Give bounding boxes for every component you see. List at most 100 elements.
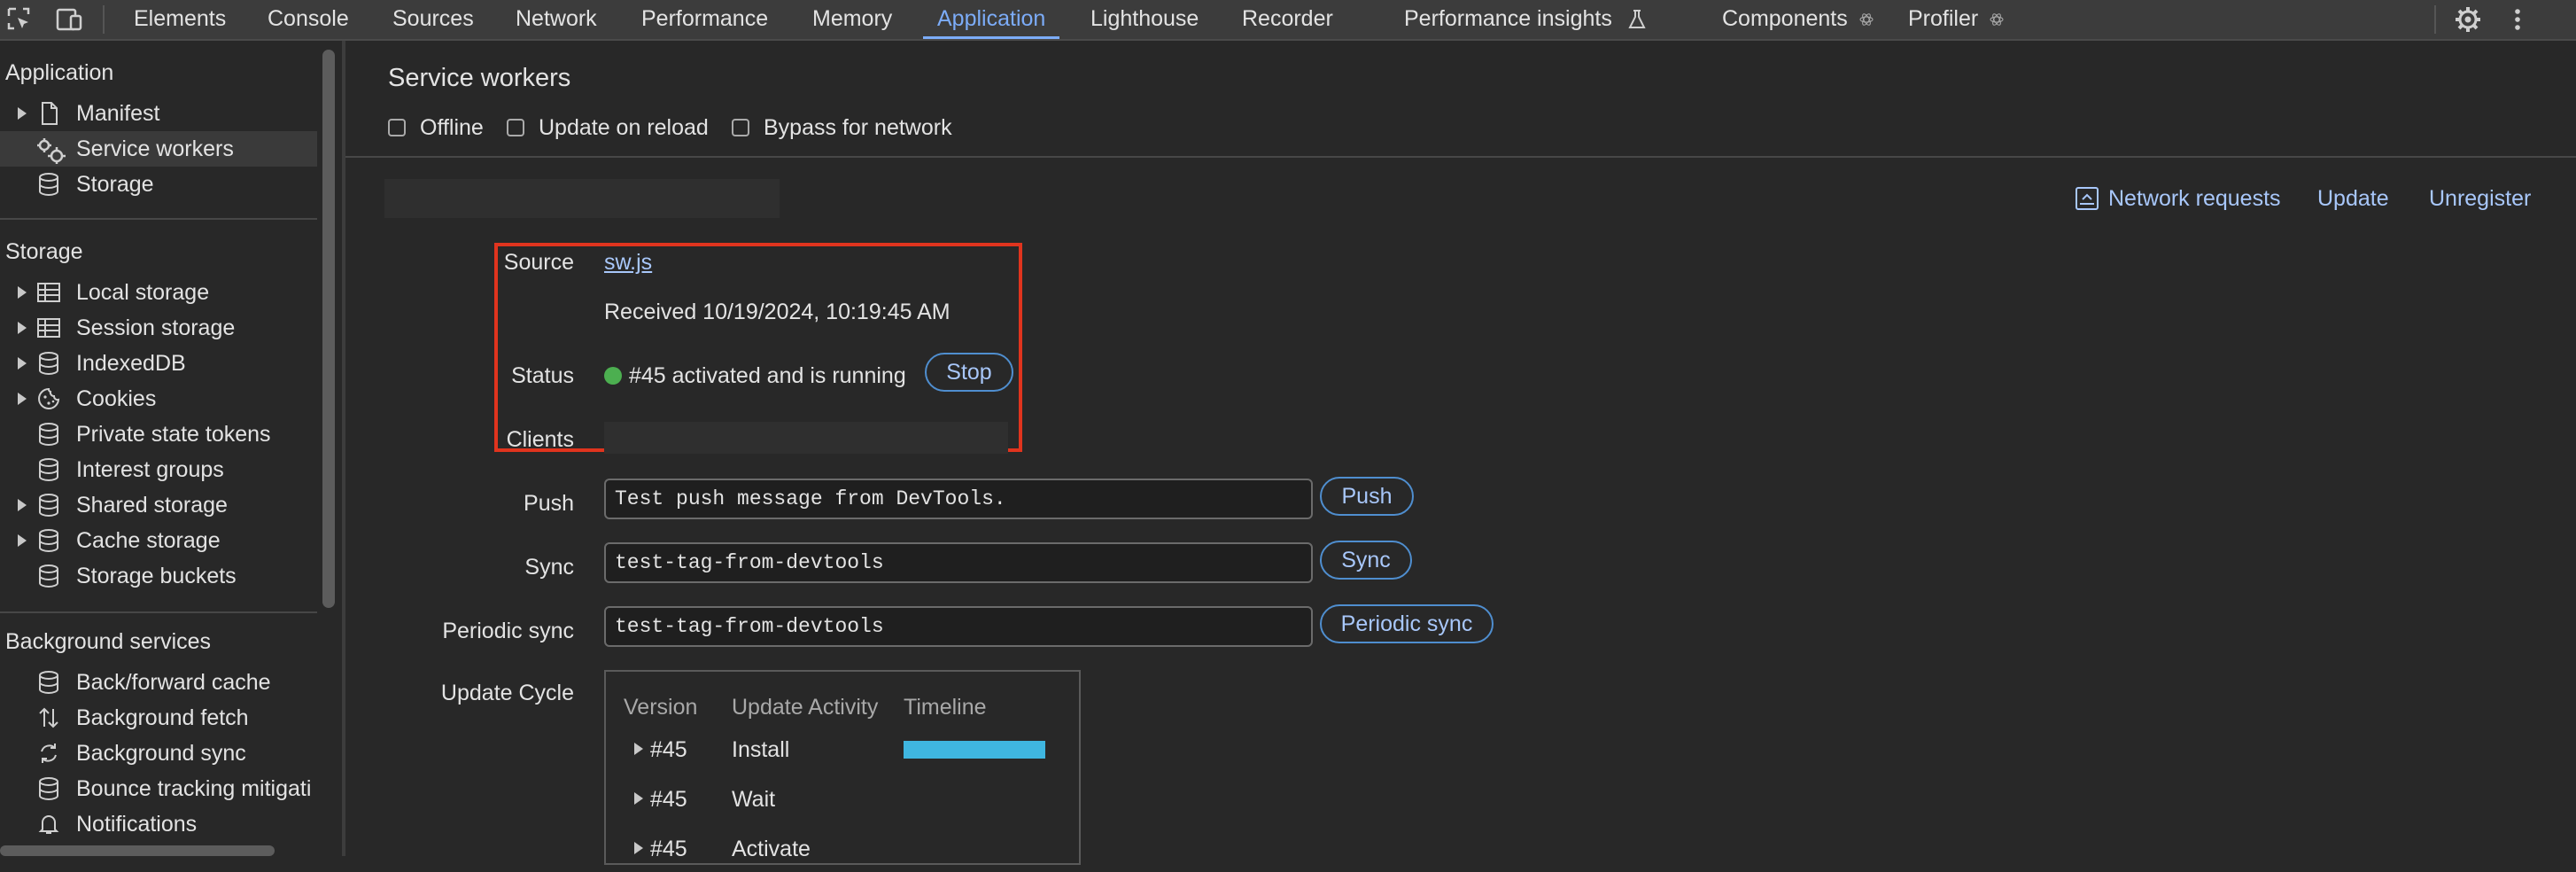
network-requests-link[interactable]: Network requests	[2108, 186, 2281, 212]
column-header: Timeline	[904, 695, 987, 720]
sidebar-item-label: Shared storage	[76, 493, 228, 518]
checkbox-box[interactable]	[388, 119, 406, 136]
sidebar-item-label: IndexedDB	[76, 351, 186, 376]
update-link[interactable]: Update	[2317, 186, 2389, 212]
expand-arrow-icon[interactable]	[634, 792, 643, 805]
experiment-flask-icon	[1627, 9, 1647, 30]
sidebar-item-service-workers[interactable]: Service workers	[0, 131, 317, 167]
row-activity: Wait	[732, 787, 776, 812]
expand-arrow-icon[interactable]	[18, 357, 27, 370]
sync-input[interactable]	[606, 544, 1311, 581]
sidebar-item-label: Storage	[76, 172, 154, 197]
tab-network[interactable]: Network	[516, 0, 597, 39]
sidebar-item-cookies[interactable]: Cookies	[0, 381, 317, 417]
push-field[interactable]	[604, 479, 1313, 519]
sidebar-item-label: Session storage	[76, 315, 236, 340]
sidebar-item-label: Private state tokens	[76, 422, 271, 447]
tab-recorder[interactable]: Recorder	[1242, 0, 1333, 39]
sidebar-item-cache-storage[interactable]: Cache storage	[0, 523, 317, 558]
inspect-element-icon[interactable]	[4, 4, 35, 35]
table-row[interactable]: #45 Wait	[606, 778, 1079, 822]
row-version: #45	[650, 787, 687, 812]
tab-elements[interactable]: Elements	[134, 0, 226, 39]
table-row[interactable]: #45 Install	[606, 728, 1079, 773]
expand-arrow-icon[interactable]	[18, 499, 27, 511]
push-input[interactable]	[606, 480, 1311, 518]
sidebar-item-private-state-tokens[interactable]: Private state tokens	[0, 417, 317, 452]
row-version: #45	[650, 737, 687, 762]
tab-lighthouse[interactable]: Lighthouse	[1090, 0, 1199, 39]
sidebar-header-storage: Storage	[5, 239, 83, 264]
push-button[interactable]: Push	[1320, 477, 1414, 516]
source-file-link[interactable]: sw.js	[604, 250, 652, 276]
status-text: #45 activated and is running	[629, 363, 906, 388]
tab-performance-insights[interactable]: Performance insights	[1404, 0, 1647, 39]
kebab-menu-icon[interactable]	[2502, 4, 2533, 35]
sidebar-item-shared-storage[interactable]: Shared storage	[0, 487, 317, 523]
table-icon	[35, 280, 62, 305]
sidebar-item-back-forward-cache[interactable]: Back/forward cache	[0, 665, 317, 700]
redacted-scope	[384, 179, 780, 218]
update-cycle-table: Version Update Activity Timeline #45 Ins…	[604, 670, 1081, 865]
expand-arrow-icon[interactable]	[18, 107, 27, 120]
tab-performance-insights-label: Performance insights	[1404, 6, 1612, 31]
sidebar-item-interest-groups[interactable]: Interest groups	[0, 452, 317, 487]
periodic-sync-field[interactable]	[604, 606, 1313, 647]
checkbox-box[interactable]	[507, 119, 524, 136]
expand-arrow-icon[interactable]	[634, 743, 643, 755]
unregister-link[interactable]: Unregister	[2429, 186, 2531, 212]
tab-memory[interactable]: Memory	[812, 0, 892, 39]
expand-arrow-icon[interactable]	[18, 534, 27, 547]
network-requests-icon[interactable]	[2075, 186, 2099, 211]
checkbox-label: Offline	[420, 115, 484, 140]
expand-arrow-icon[interactable]	[18, 393, 27, 405]
sidebar-item-indexeddb[interactable]: IndexedDB	[0, 346, 317, 381]
sidebar-item-label: Storage buckets	[76, 564, 237, 588]
sidebar-item-label: Interest groups	[76, 457, 224, 482]
expand-arrow-icon[interactable]	[634, 842, 643, 854]
row-activity: Activate	[732, 837, 811, 861]
tab-components-label: Components	[1722, 6, 1848, 31]
document-icon	[35, 101, 62, 126]
expand-arrow-icon[interactable]	[18, 286, 27, 299]
cookie-icon	[35, 386, 62, 411]
sidebar-item-storage-buckets[interactable]: Storage buckets	[0, 558, 317, 594]
tab-profiler[interactable]: Profiler	[1908, 0, 2004, 39]
sidebar-item-manifest[interactable]: Manifest	[0, 96, 317, 131]
sidebar-item-notifications[interactable]: Notifications	[0, 806, 317, 842]
sync-field[interactable]	[604, 542, 1313, 583]
tab-performance[interactable]: Performance	[641, 0, 768, 39]
sidebar-horizontal-scrollbar[interactable]	[0, 845, 275, 856]
stop-button[interactable]: Stop	[925, 353, 1013, 392]
sidebar-scrollbar[interactable]	[322, 50, 335, 608]
periodic-sync-input[interactable]	[606, 608, 1311, 645]
sidebar-item-storage[interactable]: Storage	[0, 167, 317, 202]
column-header: Version	[624, 695, 698, 720]
database-icon	[35, 528, 62, 553]
tab-components[interactable]: Components	[1722, 0, 1874, 39]
sidebar-item-label: Local storage	[76, 280, 210, 305]
sidebar-item-background-fetch[interactable]: Background fetch	[0, 700, 317, 736]
checkbox-box[interactable]	[732, 119, 749, 136]
gear-icon[interactable]	[2452, 4, 2484, 35]
tab-application[interactable]: Application	[923, 0, 1060, 39]
up-down-arrows-icon	[35, 705, 62, 730]
sidebar-item-local-storage[interactable]: Local storage	[0, 275, 317, 310]
periodic-sync-label: Periodic sync	[442, 619, 574, 643]
sidebar-header-application: Application	[5, 60, 114, 85]
device-toolbar-icon[interactable]	[53, 4, 85, 35]
sidebar-item-label: Bounce tracking mitigati	[76, 776, 312, 801]
expand-arrow-icon[interactable]	[18, 322, 27, 334]
sidebar-item-session-storage[interactable]: Session storage	[0, 310, 317, 346]
gears-icon	[35, 136, 66, 164]
service-workers-panel: Service workers Offline Update on reload…	[345, 41, 2576, 865]
table-row[interactable]: #45 Activate	[606, 828, 1079, 872]
periodic-sync-button[interactable]: Periodic sync	[1320, 604, 1494, 643]
tab-sources[interactable]: Sources	[392, 0, 474, 39]
sync-button[interactable]: Sync	[1320, 541, 1412, 580]
sidebar-item-label: Background fetch	[76, 705, 249, 730]
tab-console[interactable]: Console	[268, 0, 349, 39]
sync-icon	[35, 741, 62, 766]
sidebar-item-bounce-tracking[interactable]: Bounce tracking mitigati	[0, 771, 317, 806]
sidebar-item-background-sync[interactable]: Background sync	[0, 736, 317, 771]
